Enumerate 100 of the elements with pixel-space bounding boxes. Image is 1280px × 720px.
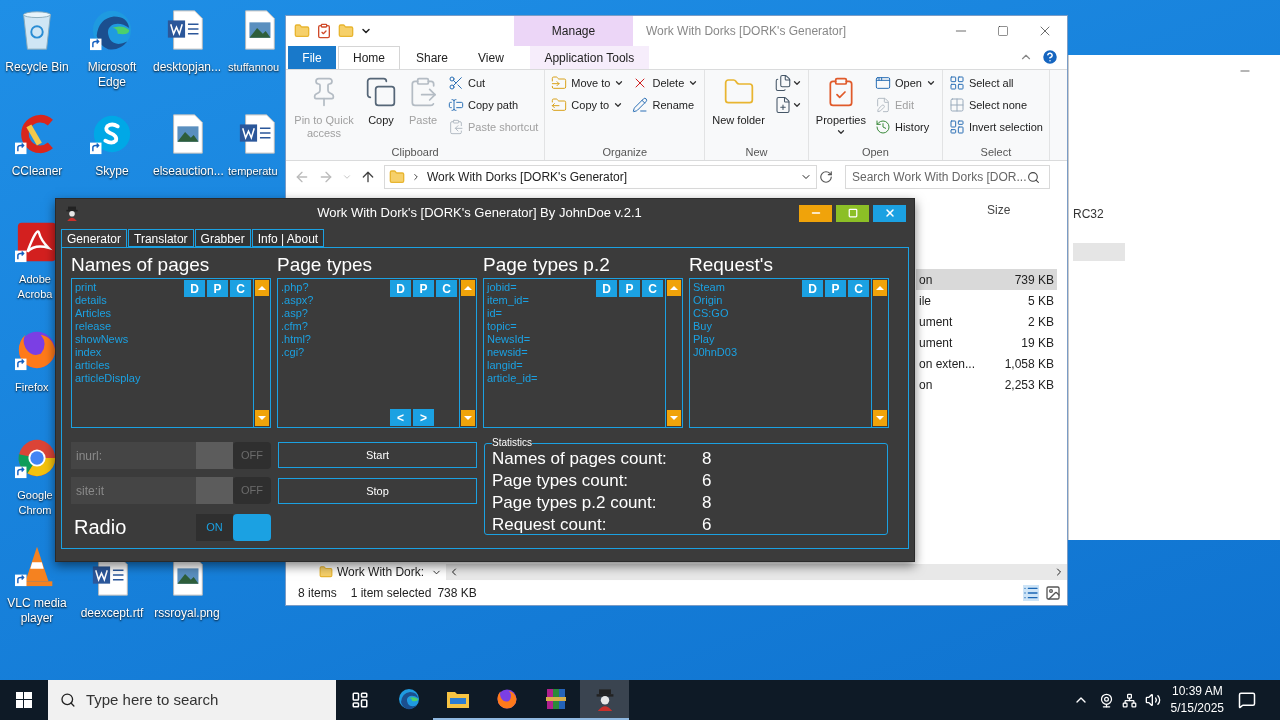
list-item[interactable]: Articles [75, 307, 184, 320]
desktop-icon-label[interactable]: Skype [95, 164, 129, 179]
list-item[interactable]: release [75, 320, 184, 333]
desktop-icon-label[interactable]: Firefox [15, 380, 49, 395]
list-action-button[interactable]: P [619, 280, 640, 297]
minimize-button[interactable] [799, 204, 832, 222]
list-action-button[interactable]: P [825, 280, 846, 297]
list-item[interactable]: print [75, 281, 184, 294]
list-item[interactable]: details [75, 294, 184, 307]
desktop-icon-label[interactable]: elseauction... [153, 164, 221, 179]
window-tab[interactable]: Grabber [194, 229, 251, 247]
list-box[interactable]: Steam Origin CS:GO Buy Play J0hnD03 D P C [689, 278, 889, 428]
taskbar-search-field[interactable]: Type here to search [48, 680, 336, 720]
list-item[interactable]: .asp? [281, 307, 390, 320]
ribbon-button[interactable]: New folder [709, 72, 768, 127]
list-action-button[interactable]: D [184, 280, 205, 297]
list-box[interactable]: jobid= item_id= id= topic= NewsId= newsid= langid= article_id= D P C [483, 278, 683, 428]
ribbon-button[interactable]: Cut [446, 72, 541, 94]
list-item[interactable]: Buy [693, 320, 802, 333]
list-action-button[interactable]: D [802, 280, 823, 297]
list-item[interactable]: J0hnD03 [693, 346, 802, 359]
list-item[interactable]: id= [487, 307, 596, 320]
ribbon-button[interactable]: Open [873, 72, 938, 94]
list-item[interactable]: showNews [75, 333, 184, 346]
search-input[interactable]: Type here to search [85, 688, 324, 712]
file-row[interactable]: ument 19 KB [916, 332, 1057, 353]
help-icon[interactable] [1041, 48, 1059, 66]
volume-icon[interactable] [1144, 692, 1161, 708]
desktop-icon-label[interactable]: deexcept.rtf [80, 606, 144, 621]
list-item[interactable]: NewsId= [487, 333, 596, 346]
list-item[interactable]: newsid= [487, 346, 596, 359]
file-row[interactable]: ument 2 KB [916, 311, 1057, 332]
window-tab[interactable]: Info | About [251, 229, 325, 247]
ribbon-button[interactable]: Invert selection [946, 116, 1045, 138]
desktop-icon-label[interactable]: VLC media player [3, 596, 71, 626]
desktop-icon-label[interactable]: Microsoft Edge [78, 60, 146, 90]
ribbon-button[interactable]: Delete [630, 72, 701, 94]
desktop-icon-label[interactable]: Adobe Acroba [15, 272, 55, 302]
desktop-icon-label[interactable]: CCleaner [11, 164, 63, 179]
ribbon-button[interactable]: Properties [812, 72, 869, 137]
list-action-button[interactable]: C [230, 280, 251, 297]
list-item[interactable]: .cgi? [281, 346, 390, 359]
ribbon-button[interactable]: Move to [549, 72, 627, 94]
list-item[interactable]: .cfm? [281, 320, 390, 333]
ribbon-button[interactable]: Rename [630, 94, 701, 116]
column-header[interactable]: RC32 [1073, 205, 1123, 223]
list-item[interactable]: articleDisplay [75, 372, 184, 385]
desktop-icon-label[interactable]: rssroyal.png [154, 606, 220, 621]
list-item[interactable]: articles [75, 359, 184, 372]
action-button[interactable]: Stop [278, 478, 477, 504]
list-action-button[interactable]: P [207, 280, 228, 297]
list-action-button[interactable]: C [642, 280, 663, 297]
notifications-icon[interactable] [1238, 691, 1256, 709]
network-icon[interactable] [1121, 692, 1137, 708]
list-item[interactable]: CS:GO [693, 307, 802, 320]
list-action-button[interactable]: C [436, 280, 457, 297]
checklist-icon[interactable] [316, 23, 332, 39]
clock-time[interactable]: 10:39 AM [1171, 683, 1223, 700]
search-input[interactable]: Search Work With Dorks [DOR... [852, 168, 1027, 186]
camera-icon[interactable] [1098, 692, 1114, 708]
list-item[interactable]: index [75, 346, 184, 359]
address-bar[interactable]: Work With Dorks [DORK's Generator] [384, 165, 817, 189]
list-item[interactable]: article_id= [487, 372, 596, 385]
desktop-icon-label[interactable]: Google Chrom [15, 488, 55, 518]
nav-button[interactable]: < [390, 409, 411, 426]
list-item[interactable]: topic= [487, 320, 596, 333]
list-item[interactable]: Steam [693, 281, 802, 294]
list-item[interactable]: .php? [281, 281, 390, 294]
list-item[interactable]: .aspx? [281, 294, 390, 307]
list-item[interactable]: jobid= [487, 281, 596, 294]
close-button[interactable] [873, 204, 906, 222]
clock-date[interactable]: 5/15/2025 [1170, 700, 1224, 717]
window-tab[interactable]: Translator [128, 229, 194, 247]
nav-button[interactable]: > [413, 409, 434, 426]
desktop-icon-label[interactable]: stuffannou [228, 60, 280, 75]
ribbon-button[interactable]: Copy to [549, 94, 627, 116]
refresh-icon[interactable] [819, 170, 833, 184]
list-action-button[interactable]: C [848, 280, 869, 297]
search-field[interactable]: Search Work With Dorks [DOR... [845, 165, 1050, 189]
column-header[interactable]: Size [987, 201, 1011, 219]
list-item[interactable]: item_id= [487, 294, 596, 307]
ribbon-button[interactable]: Select all [946, 72, 1045, 94]
list-item[interactable]: Origin [693, 294, 802, 307]
maximize-button[interactable] [836, 204, 869, 222]
desktop-icon-label[interactable]: temperatu [228, 164, 278, 179]
desktop-icon-label[interactable]: Recycle Bin [5, 60, 69, 75]
nav-item[interactable]: Work With Dork: [337, 563, 425, 581]
list-item[interactable]: Play [693, 333, 802, 346]
list-action-button[interactable]: P [413, 280, 434, 297]
ribbon-tab[interactable]: Home [338, 46, 400, 69]
ribbon-button[interactable]: History [873, 116, 938, 138]
file-row[interactable]: on 2,253 KB [916, 374, 1057, 395]
list-action-button[interactable]: D [390, 280, 411, 297]
details-view-icon[interactable] [1023, 585, 1039, 601]
up-icon[interactable] [360, 169, 376, 185]
ribbon-button[interactable]: Copy [362, 72, 400, 127]
ribbon-button[interactable]: Select none [946, 94, 1045, 116]
ribbon-tab[interactable]: File [288, 46, 336, 69]
ribbon-button[interactable]: Copy path [446, 94, 541, 116]
list-box[interactable]: .php? .aspx? .asp? .cfm? .html? .cgi? D P C < > [277, 278, 477, 428]
